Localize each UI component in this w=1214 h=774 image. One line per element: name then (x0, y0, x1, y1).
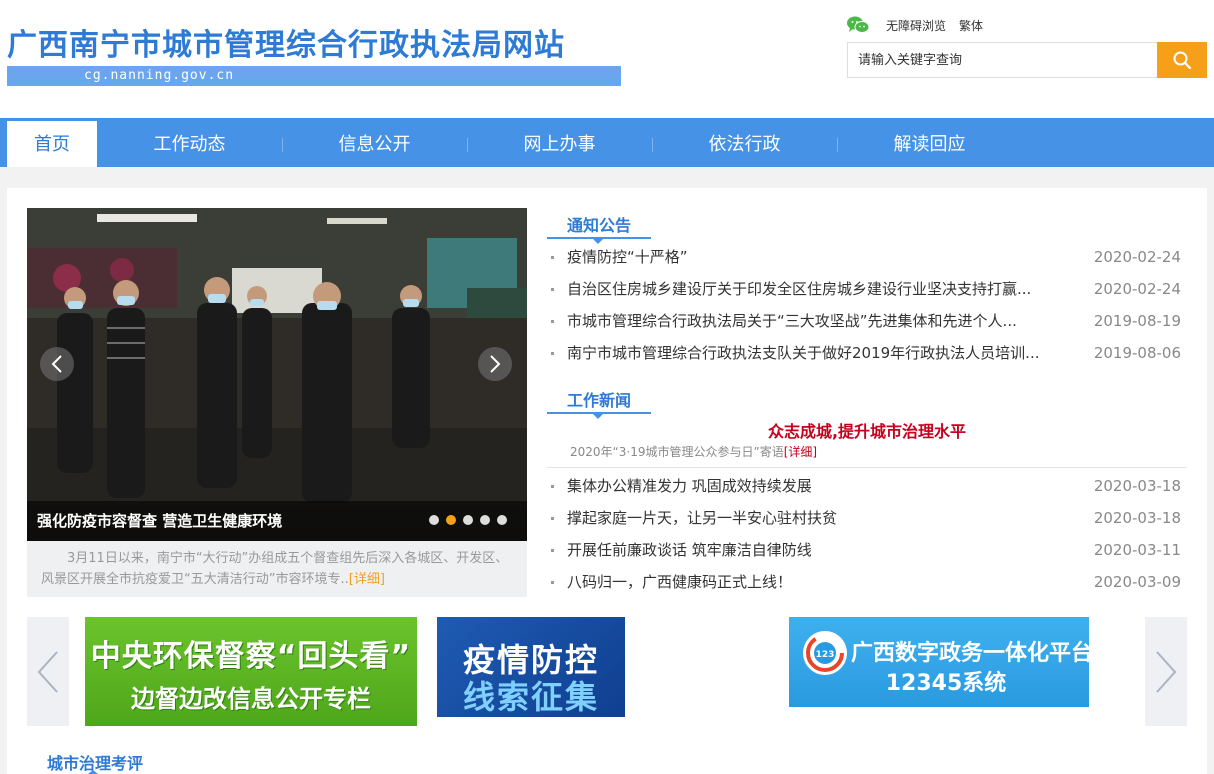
bullet (551, 256, 554, 259)
slider-summary-text: 3月11日以来，南宁市“大行动”办组成五个督查组先后深入各城区、开发区、风景区开… (41, 551, 509, 587)
banner-12345-platform[interactable]: 123 广西数字政务一体化平台 12345系统 (789, 617, 1089, 707)
news-item[interactable]: 撑起家庭一片天，让另一半安心驻村扶贫 2020-03-18 (551, 507, 1187, 529)
chevron-left-icon (51, 355, 62, 373)
notice-title[interactable]: 南宁市城市管理综合行政执法支队关于做好2019年行政执法人员培训... (567, 342, 1067, 364)
search-icon (1173, 51, 1192, 70)
nav-online-services[interactable]: 网上办事 (467, 118, 652, 167)
slider-caption[interactable]: 强化防疫市容督查 营造卫生健康环境 (37, 501, 282, 541)
slider-next-button[interactable] (478, 347, 512, 381)
notice-item[interactable]: 疫情防控“十严格” 2020-02-24 (551, 246, 1187, 268)
news-date: 2020-03-09 (1093, 573, 1181, 591)
headline-subtitle-text: 2020年“3·19城市管理公众参与日”寄语 (570, 445, 784, 459)
banner-text: 中央环保督察“回头看” (90, 639, 412, 674)
notice-title[interactable]: 自治区住房城乡建设厅关于印发全区住房城乡建设行业坚决支持打赢... (567, 278, 1067, 300)
site-domain: cg.nanning.gov.cn (84, 68, 235, 83)
nav-home[interactable]: 首页 (7, 121, 97, 167)
accessibility-link[interactable]: 无障碍浏览 (886, 17, 946, 34)
headline-news[interactable]: 众志成城,提升城市治理水平 (547, 418, 1187, 442)
site-title[interactable]: 广西南宁市城市管理综合行政执法局网站 (7, 20, 565, 64)
slider-dot[interactable] (480, 515, 490, 525)
bullet (551, 517, 554, 520)
main-nav: 首页 工作动态 信息公开 网上办事 依法行政 解读回应 (0, 118, 1214, 167)
notices-title-marker (593, 239, 603, 244)
bullet (551, 581, 554, 584)
12345-logo-icon: 123 (803, 631, 847, 675)
news-item[interactable]: 集体办公精准发力 巩固成效持续发展 2020-03-18 (551, 475, 1187, 497)
bullet (551, 352, 554, 355)
slider-dot[interactable] (497, 515, 507, 525)
bullet (551, 320, 554, 323)
news-date: 2020-03-18 (1093, 477, 1181, 495)
notice-item[interactable]: 市城市管理综合行政执法局关于“三大攻坚战”先进集体和先进个人... 2019-0… (551, 310, 1187, 332)
section-title-marker (88, 770, 98, 774)
notice-date: 2020-02-24 (1093, 280, 1181, 298)
news-title[interactable]: 开展任前廉政谈话 筑牢廉洁自律防线 (567, 539, 1067, 561)
news-item[interactable]: 八码归一，广西健康码正式上线！ 2020-03-09 (551, 571, 1187, 593)
notice-date: 2019-08-19 (1093, 312, 1181, 330)
nav-info-disclosure[interactable]: 信息公开 (282, 118, 467, 167)
slider-detail-link[interactable]: [详细] (349, 572, 385, 587)
bullet (551, 549, 554, 552)
banner-text: 12345系统 (885, 671, 1007, 696)
notice-date: 2020-02-24 (1093, 248, 1181, 266)
banner-text: 线索征集 (462, 678, 599, 716)
top-links: 无障碍浏览 繁体 (846, 14, 996, 36)
search-input[interactable] (847, 42, 1157, 78)
work-news-title[interactable]: 工作新闻 (567, 387, 631, 411)
notice-item[interactable]: 自治区住房城乡建设厅关于印发全区住房城乡建设行业坚决支持打赢... 2020-0… (551, 278, 1187, 300)
divider (547, 467, 1187, 468)
news-item[interactable]: 开展任前廉政谈话 筑牢廉洁自律防线 2020-03-11 (551, 539, 1187, 561)
news-title[interactable]: 集体办公精准发力 巩固成效持续发展 (567, 475, 1067, 497)
nav-work-updates[interactable]: 工作动态 (97, 118, 282, 167)
nav-law-administration[interactable]: 依法行政 (652, 118, 837, 167)
news-date: 2020-03-11 (1093, 541, 1181, 559)
search-box (847, 42, 1207, 78)
slider-photo (27, 208, 527, 508)
banner-prev-button[interactable] (27, 617, 69, 726)
news-title[interactable]: 八码归一，广西健康码正式上线！ (567, 571, 1067, 593)
notice-title[interactable]: 疫情防控“十严格” (567, 246, 1067, 268)
slider-dots (422, 515, 507, 525)
chevron-right-icon (1156, 650, 1177, 693)
traditional-chinese-link[interactable]: 繁体 (959, 17, 983, 34)
wechat-icon[interactable] (846, 15, 870, 35)
banner-next-button[interactable] (1145, 617, 1187, 726)
slider-summary: 3月11日以来，南宁市“大行动”办组成五个督查组先后深入各城区、开发区、风景区开… (27, 541, 527, 597)
slider-prev-button[interactable] (40, 347, 74, 381)
slider-dot-active[interactable] (446, 515, 456, 525)
banner-env-inspection[interactable]: 中央环保督察“回头看” 边督边改信息公开专栏 (85, 617, 417, 726)
site-header: 广西南宁市城市管理综合行政执法局网站 cg.nanning.gov.cn 无障碍… (0, 0, 1214, 118)
search-button[interactable] (1157, 42, 1207, 78)
banner-text: 边督边改信息公开专栏 (131, 685, 371, 713)
banner-text: 广西数字政务一体化平台 (851, 641, 1089, 666)
notice-item[interactable]: 南宁市城市管理综合行政执法支队关于做好2019年行政执法人员培训... 2019… (551, 342, 1187, 364)
12345-logo-text: 123 (816, 650, 835, 660)
news-date: 2020-03-18 (1093, 509, 1181, 527)
bullet (551, 288, 554, 291)
photo-slider[interactable]: 强化防疫市容督查 营造卫生健康环境 (27, 208, 527, 541)
slider-caption-bar: 强化防疫市容督查 营造卫生健康环境 (27, 501, 527, 541)
chevron-left-icon (37, 650, 58, 693)
news-title[interactable]: 撑起家庭一片天，让另一半安心驻村扶贫 (567, 507, 1067, 529)
slider-dot[interactable] (429, 515, 439, 525)
headline-detail-link[interactable]: [详细] (784, 445, 817, 459)
headline-subtitle: 2020年“3·19城市管理公众参与日”寄语[详细] (570, 443, 817, 460)
banner-epidemic-clues[interactable]: 疫情防控 线索征集 (437, 617, 625, 717)
slider-dot[interactable] (463, 515, 473, 525)
bullet (551, 485, 554, 488)
nav-interpretation[interactable]: 解读回应 (837, 118, 1022, 167)
notice-date: 2019-08-06 (1093, 344, 1181, 362)
notices-title[interactable]: 通知公告 (567, 212, 631, 236)
notice-title[interactable]: 市城市管理综合行政执法局关于“三大攻坚战”先进集体和先进个人... (567, 310, 1067, 332)
chevron-right-icon (490, 355, 501, 373)
